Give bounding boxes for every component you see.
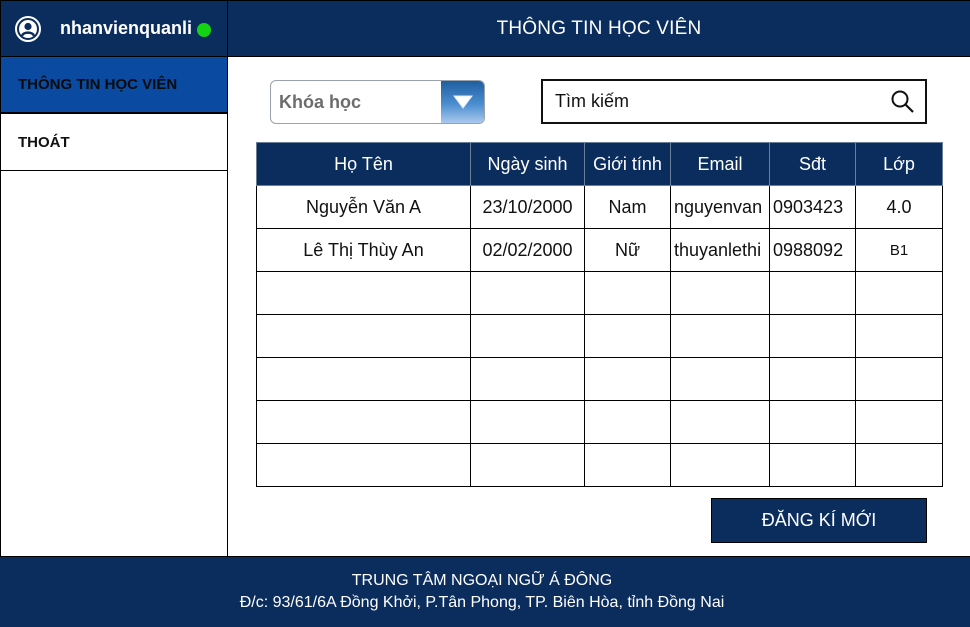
cell-name [256, 314, 471, 358]
cell-phone [769, 357, 856, 401]
cell-birthdate [470, 443, 585, 487]
cell-gender [584, 443, 671, 487]
sidebar-item-label: THÔNG TIN HỌC VIÊN [18, 76, 178, 93]
cell-phone [769, 443, 856, 487]
cell-email: thuyanlethi [670, 228, 770, 272]
sidebar: THÔNG TIN HỌC VIÊN THOÁT [0, 57, 228, 556]
sidebar-item-student-info[interactable]: THÔNG TIN HỌC VIÊN [1, 57, 227, 114]
page-title: THÔNG TIN HỌC VIÊN [496, 17, 702, 39]
cell-class: B1 [855, 228, 943, 272]
table-row[interactable] [256, 271, 943, 315]
username: nhanvienquanli [60, 18, 193, 38]
cell-birthdate: 23/10/2000 [470, 185, 585, 229]
online-status-icon [197, 22, 212, 37]
cell-birthdate [470, 314, 585, 358]
cell-name: Lê Thị Thùy An [256, 228, 471, 272]
cell-gender: Nam [584, 185, 671, 229]
sidebar-item-label: THOÁT [18, 133, 70, 151]
course-dropdown[interactable]: Khóa học [270, 80, 485, 124]
cell-phone [769, 314, 856, 358]
cell-email [670, 357, 770, 401]
cell-email [670, 400, 770, 444]
footer: TRUNG TÂM NGOẠI NGỮ Á ĐÔNG Đ/c: 93/61/6A… [0, 556, 970, 627]
column-header-email[interactable]: Email [670, 142, 770, 186]
cell-birthdate: 02/02/2000 [470, 228, 585, 272]
cell-email: nguyenvan [670, 185, 770, 229]
cell-phone: 0903423 [769, 185, 856, 229]
cell-name [256, 357, 471, 401]
table-row[interactable]: Nguyễn Văn A 23/10/2000 Nam nguyenvan 09… [256, 185, 943, 229]
cell-phone [769, 400, 856, 444]
cell-gender [584, 314, 671, 358]
cell-class [855, 443, 943, 487]
cell-class [855, 314, 943, 358]
table-header-row: Họ Tên Ngày sinh Giới tính Email Sđt Lớp [256, 142, 943, 186]
user-bar: nhanvienquanli [0, 0, 228, 57]
chevron-down-icon [452, 95, 473, 109]
table-row[interactable] [256, 314, 943, 358]
sidebar-item-logout[interactable]: THOÁT [1, 114, 227, 171]
footer-center-name: TRUNG TÂM NGOẠI NGỮ Á ĐÔNG [351, 572, 613, 589]
main-content: Khóa học Họ Tên Ngày sinh Giới tính Em [229, 57, 970, 556]
table-row[interactable] [256, 400, 943, 444]
cell-name [256, 443, 471, 487]
cell-gender [584, 357, 671, 401]
header: THÔNG TIN HỌC VIÊN [228, 0, 970, 57]
cell-class [855, 400, 943, 444]
cell-class [855, 271, 943, 315]
search-icon[interactable] [881, 89, 925, 115]
user-avatar-icon[interactable] [13, 13, 43, 44]
cell-phone: 0988092 [769, 228, 856, 272]
table-row[interactable] [256, 357, 943, 401]
cell-gender [584, 271, 671, 315]
column-header-name[interactable]: Họ Tên [256, 142, 471, 186]
course-dropdown-label: Khóa học [279, 91, 362, 112]
table-row[interactable] [256, 443, 943, 487]
footer-address: Đ/c: 93/61/6A Đồng Khởi, P.Tân Phong, TP… [239, 594, 725, 611]
cell-email [670, 271, 770, 315]
column-header-gender[interactable]: Giới tính [584, 142, 671, 186]
cell-class: 4.0 [855, 185, 943, 229]
cell-birthdate [470, 400, 585, 444]
column-header-phone[interactable]: Sđt [769, 142, 856, 186]
cell-class [855, 357, 943, 401]
cell-name: Nguyễn Văn A [256, 185, 471, 229]
cell-name [256, 400, 471, 444]
cell-email [670, 443, 770, 487]
cell-gender [584, 400, 671, 444]
cell-email [670, 314, 770, 358]
cell-gender: Nữ [584, 228, 671, 272]
cell-phone [769, 271, 856, 315]
column-header-birthdate[interactable]: Ngày sinh [470, 142, 585, 186]
students-table: Họ Tên Ngày sinh Giới tính Email Sđt Lớp… [256, 142, 943, 487]
cell-birthdate [470, 271, 585, 315]
search-box [541, 79, 927, 124]
search-input[interactable] [543, 91, 881, 112]
register-new-button[interactable]: ĐĂNG KÍ MỚI [711, 498, 927, 543]
dropdown-arrow-button[interactable] [441, 81, 484, 123]
table-row[interactable]: Lê Thị Thùy An 02/02/2000 Nữ thuyanlethi… [256, 228, 943, 272]
column-header-class[interactable]: Lớp [855, 142, 943, 186]
cell-birthdate [470, 357, 585, 401]
cell-name [256, 271, 471, 315]
